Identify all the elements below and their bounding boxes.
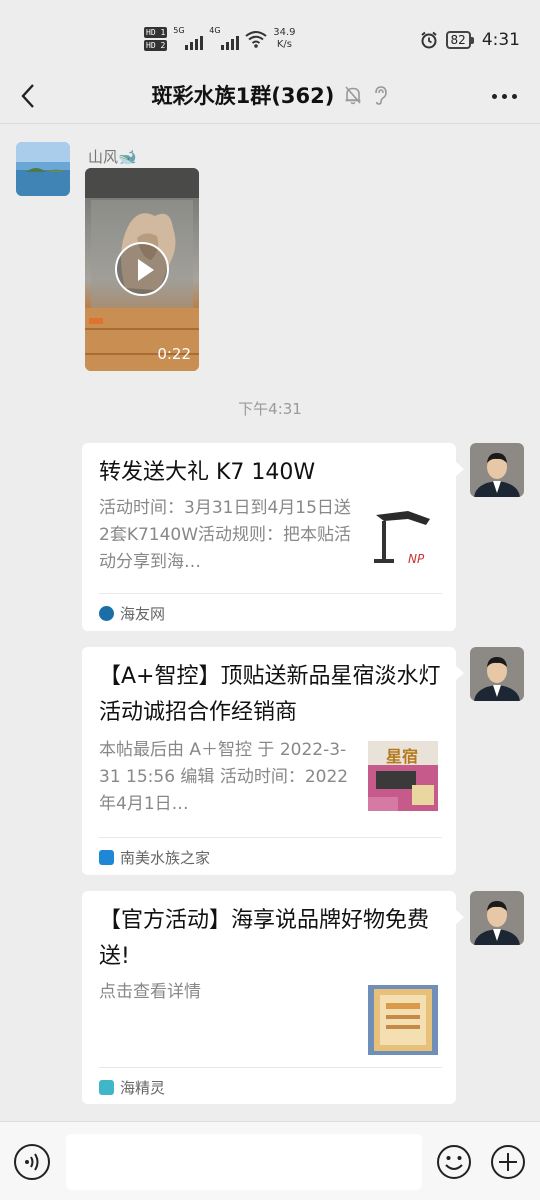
sender-avatar[interactable] bbox=[16, 142, 70, 196]
sender-name: 山风🐋 bbox=[88, 148, 137, 166]
mute-bell-icon bbox=[345, 86, 361, 105]
card-title: 【A+智控】顶贴送新品星宿淡水灯活动诚招合作经销商 bbox=[99, 664, 441, 725]
card-source: 南美水族之家 bbox=[99, 847, 210, 868]
hd1-badge: HD 1 bbox=[144, 27, 168, 38]
link-card[interactable]: 【A+智控】顶贴送新品星宿淡水灯活动诚招合作经销商 本帖最后由 A＋智控 于 2… bbox=[82, 647, 464, 875]
card-description: 活动时间：3月31日到4月15日送2套K7140W活动规则：把本贴活动分享到海… bbox=[99, 498, 352, 572]
thumbnail-text: 星宿 bbox=[386, 747, 419, 766]
my-avatar[interactable] bbox=[470, 443, 524, 497]
more-options-button[interactable] bbox=[486, 80, 522, 112]
card-title: 【官方活动】海享说品牌好物免费送! bbox=[99, 908, 430, 969]
chat-header: 斑彩水族1群(362) bbox=[0, 66, 540, 124]
play-icon[interactable] bbox=[115, 242, 169, 296]
card-source-name: 南美水族之家 bbox=[120, 849, 211, 867]
voice-icon bbox=[25, 1153, 39, 1171]
status-left: HD 1 HD 2 5G 4G 34.9 K/s bbox=[144, 22, 296, 56]
battery-level: 82 bbox=[445, 31, 471, 49]
video-message[interactable]: 0:22 bbox=[85, 168, 199, 371]
ear-icon bbox=[375, 86, 388, 105]
message-input[interactable] bbox=[66, 1134, 422, 1190]
card-source: 海精灵 bbox=[99, 1077, 165, 1098]
my-avatar[interactable] bbox=[470, 647, 524, 701]
card-source: 海友网 bbox=[99, 603, 165, 624]
card-source-name: 海精灵 bbox=[120, 1079, 166, 1097]
wifi-icon bbox=[245, 31, 267, 48]
svg-text:NP: NP bbox=[408, 552, 425, 566]
source-logo-icon bbox=[99, 606, 114, 621]
my-avatar[interactable] bbox=[470, 891, 524, 945]
card-thumbnail: NP bbox=[368, 507, 438, 577]
battery-icon: 82 bbox=[445, 31, 474, 49]
signal-5g-icon: 5G bbox=[173, 26, 204, 50]
video-duration: 0:22 bbox=[157, 345, 191, 363]
voice-input-button[interactable] bbox=[14, 1144, 50, 1180]
chat-title: 斑彩水族1群(362) bbox=[151, 84, 335, 108]
source-logo-icon bbox=[99, 850, 114, 865]
card-thumbnail: 星宿 bbox=[368, 741, 438, 811]
signal-4g-icon: 4G bbox=[209, 26, 240, 50]
card-description: 本帖最后由 A＋智控 于 2022-3-31 15:56 编辑 活动时间：202… bbox=[99, 740, 349, 814]
hd2-badge: HD 2 bbox=[144, 40, 168, 51]
clock: 4:31 bbox=[481, 30, 520, 50]
timestamp: 下午4:31 bbox=[238, 400, 302, 418]
plus-icon[interactable] bbox=[490, 1144, 526, 1180]
card-description: 点击查看详情 bbox=[99, 982, 201, 1002]
alarm-icon bbox=[420, 31, 437, 49]
card-source-name: 海友网 bbox=[120, 605, 166, 623]
status-bar: HD 1 HD 2 5G 4G 34.9 K/s 82 4:31 bbox=[0, 0, 540, 66]
emoji-icon[interactable] bbox=[436, 1144, 472, 1180]
link-card[interactable]: 【官方活动】海享说品牌好物免费送! 点击查看详情 海精灵 bbox=[82, 891, 464, 1104]
chat-input-bar bbox=[0, 1121, 540, 1200]
network-speed: 34.9 K/s bbox=[273, 27, 296, 50]
card-title: 转发送大礼 K7 140W bbox=[99, 460, 316, 485]
link-card[interactable]: 转发送大礼 K7 140W 活动时间：3月31日到4月15日送2套K7140W活… bbox=[82, 443, 464, 631]
source-logo-icon bbox=[99, 1080, 114, 1095]
card-thumbnail bbox=[368, 985, 438, 1055]
